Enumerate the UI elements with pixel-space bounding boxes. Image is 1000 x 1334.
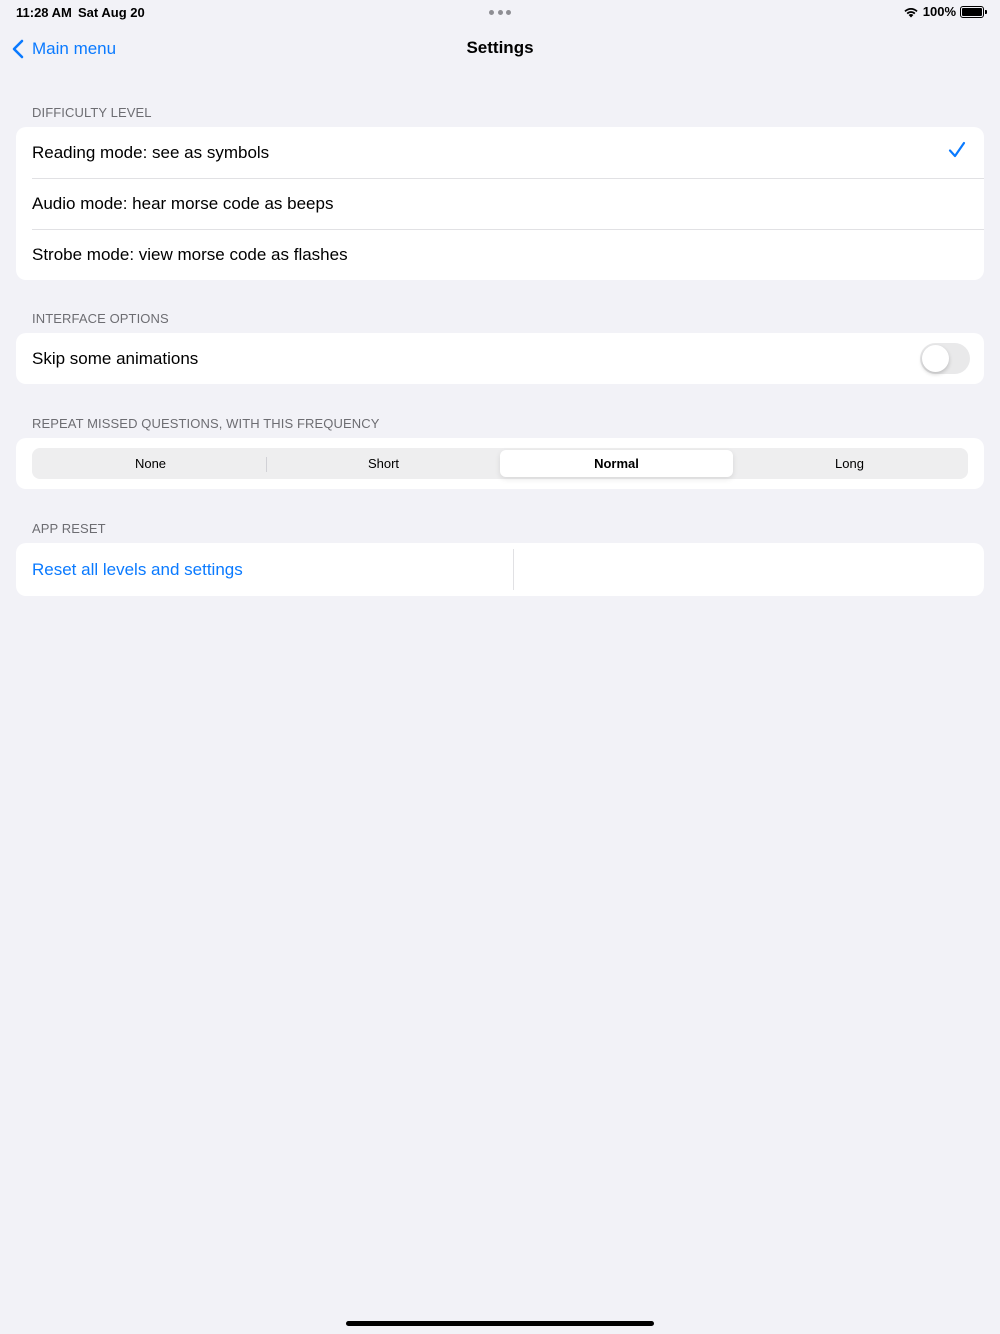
status-time: 11:28 AM: [16, 5, 72, 20]
difficulty-section-header: DIFFICULTY LEVEL: [32, 105, 152, 120]
segment-short[interactable]: Short: [267, 450, 500, 477]
difficulty-option-label: Strobe mode: view morse code as flashes: [32, 244, 348, 264]
battery-icon: [960, 5, 987, 18]
settings-screen: 11:28 AM Sat Aug 20 100% Main menu Setti…: [0, 0, 1000, 1334]
home-indicator[interactable]: [346, 1321, 654, 1326]
reset-section-header: APP RESET: [32, 521, 106, 536]
repeat-frequency-group: None Short Normal Long: [16, 438, 984, 489]
repeat-section-header: REPEAT MISSED QUESTIONS, WITH THIS FREQU…: [32, 416, 380, 431]
status-date: Sat Aug 20: [78, 5, 145, 20]
difficulty-option-audio[interactable]: Audio mode: hear morse code as beeps: [16, 178, 984, 229]
multitasking-dots-icon[interactable]: [489, 10, 511, 15]
status-right: 100%: [903, 4, 987, 19]
skip-animations-label: Skip some animations: [32, 348, 199, 368]
reset-divider: [513, 549, 514, 590]
difficulty-option-label: Audio mode: hear morse code as beeps: [32, 193, 334, 213]
segment-label: None: [134, 456, 167, 471]
page-title: Settings: [466, 38, 534, 57]
wifi-icon: [904, 7, 918, 17]
segment-label: Normal: [594, 456, 639, 471]
difficulty-options-group: Reading mode: see as symbols Audio mode:…: [16, 127, 984, 280]
reset-group: Reset all levels and settings: [16, 543, 984, 596]
reset-all-button[interactable]: Reset all levels and settings: [16, 543, 984, 596]
difficulty-option-strobe[interactable]: Strobe mode: view morse code as flashes: [16, 229, 984, 280]
reset-all-label: Reset all levels and settings: [32, 559, 243, 579]
difficulty-option-label: Reading mode: see as symbols: [32, 142, 270, 162]
interface-options-group: Skip some animations: [16, 333, 984, 384]
status-bar: 11:28 AM Sat Aug 20 100%: [0, 0, 1000, 24]
segment-label: Long: [835, 456, 864, 471]
checkmark-icon: [948, 141, 966, 158]
segment-normal[interactable]: Normal: [500, 450, 733, 477]
skip-animations-toggle[interactable]: [920, 343, 970, 374]
battery-percentage: 100%: [922, 4, 956, 19]
segment-none[interactable]: None: [34, 450, 267, 477]
repeat-frequency-segmented-control: None Short Normal Long: [32, 448, 968, 479]
skip-animations-row: Skip some animations: [16, 333, 984, 384]
segment-long[interactable]: Long: [733, 450, 966, 477]
interface-section-header: INTERFACE OPTIONS: [32, 311, 169, 326]
difficulty-option-reading[interactable]: Reading mode: see as symbols: [16, 127, 984, 178]
segment-label: Short: [367, 456, 400, 471]
